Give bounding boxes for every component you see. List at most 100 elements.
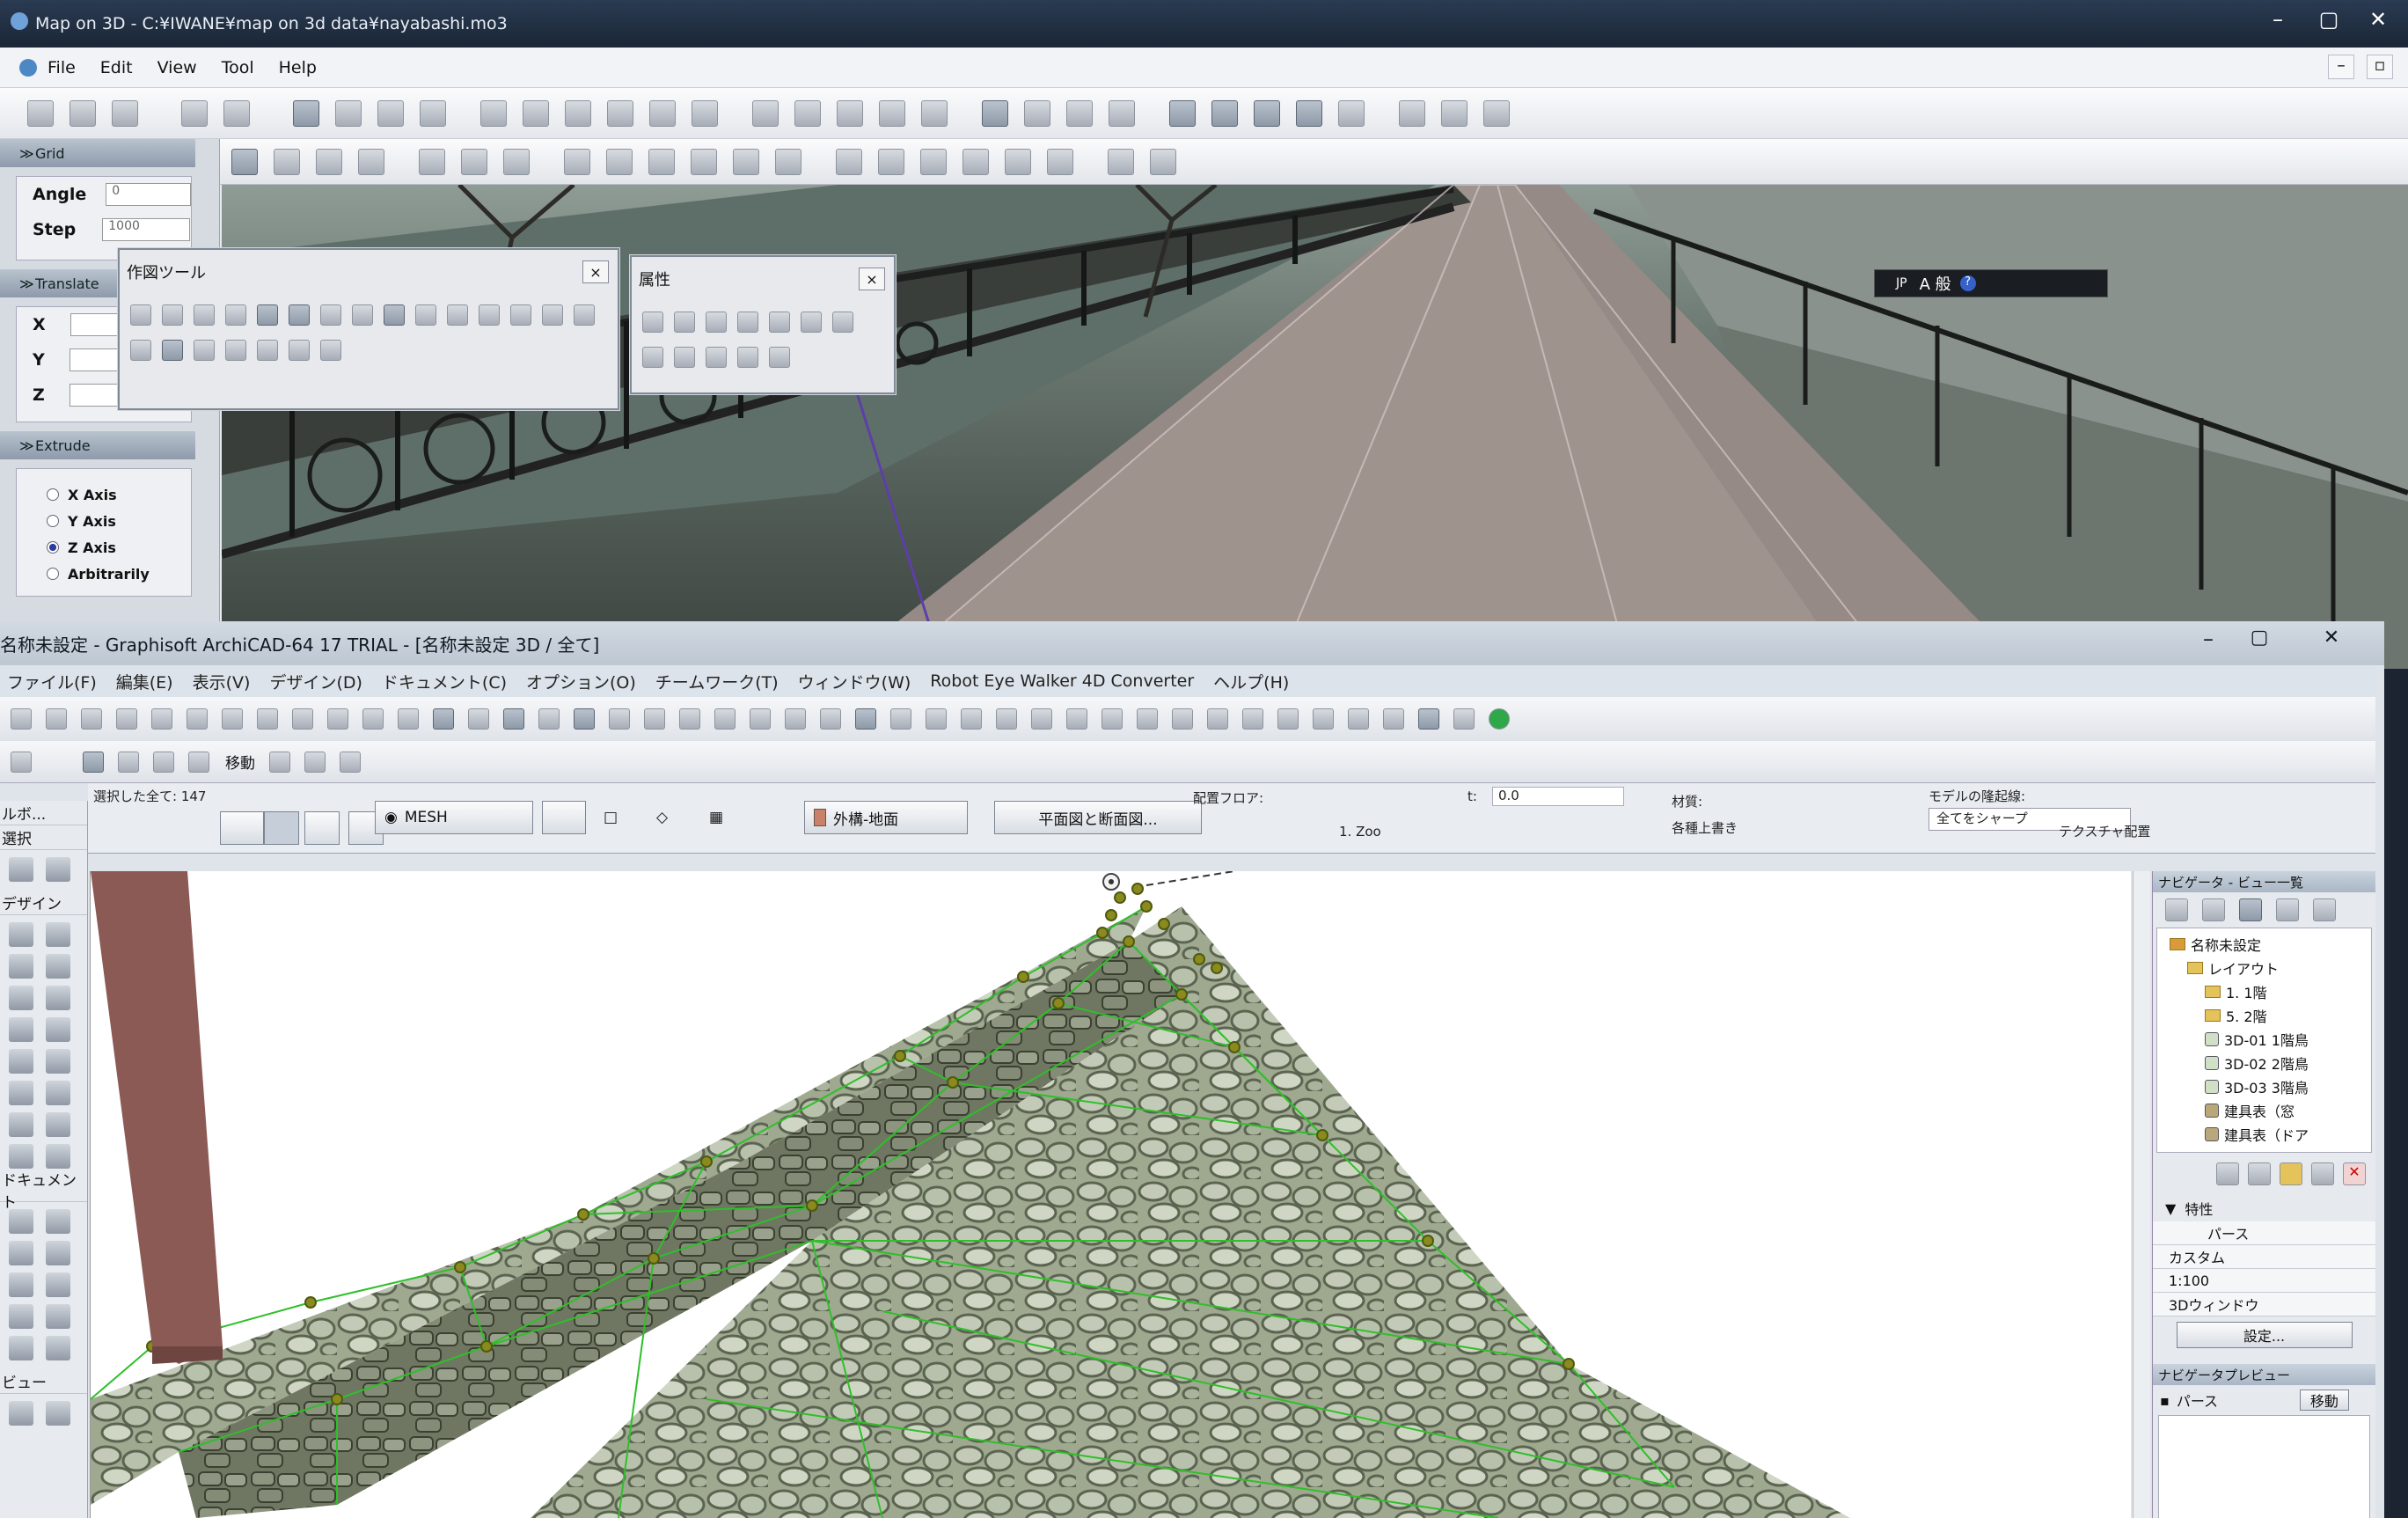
person-icon[interactable]	[358, 148, 384, 175]
filter-icon[interactable]	[1150, 148, 1176, 175]
view-mode-3-icon[interactable]	[377, 99, 404, 127]
archicad-maximize-button[interactable]: ▢	[2242, 627, 2277, 656]
elevation-tool-icon[interactable]	[46, 1401, 70, 1426]
radio-y-axis[interactable]: Y Axis	[17, 508, 191, 534]
level-dimension-tool-icon[interactable]	[46, 1209, 70, 1234]
preview-view-label[interactable]: パース	[2177, 1390, 2300, 1411]
grid-snap-icon[interactable]	[574, 708, 595, 730]
line-type-icon[interactable]	[674, 312, 695, 333]
marquee-tool-icon[interactable]	[46, 857, 70, 882]
publisher-icon[interactable]	[2276, 898, 2299, 921]
intersect-icon[interactable]	[503, 708, 524, 730]
chevron-down-icon[interactable]	[679, 708, 700, 730]
marker-icon[interactable]	[832, 312, 853, 333]
text-tool-icon[interactable]	[9, 1241, 33, 1265]
redo-icon[interactable]	[292, 708, 313, 730]
properties-header[interactable]: ▼ 特性	[2153, 1195, 2375, 1221]
axis-icon[interactable]	[1108, 148, 1134, 175]
toolbox-document-label[interactable]: ドキュメント	[0, 1172, 87, 1212]
drawing-tool-icon[interactable]	[9, 1336, 33, 1360]
menu-tool[interactable]: Tool	[222, 58, 254, 77]
walk-tool-icon[interactable]	[1024, 99, 1050, 127]
paint-icon[interactable]	[961, 708, 982, 730]
lock-icon[interactable]	[785, 708, 806, 730]
solid-ops-icon[interactable]	[1348, 708, 1369, 730]
tree-item-floor-2[interactable]: 5. 2階	[2157, 1003, 2371, 1027]
menu-view[interactable]: View	[157, 58, 197, 77]
column-tool-icon[interactable]	[320, 304, 341, 326]
selection-method-button[interactable]	[220, 811, 264, 845]
archicad-close-button[interactable]: ✕	[2305, 627, 2358, 656]
zoom-2-icon[interactable]	[461, 148, 487, 175]
t-input[interactable]: 0.0	[1492, 787, 1624, 806]
pen-set-icon[interactable]	[801, 312, 822, 333]
extrude-panel-header[interactable]: ≫ Extrude	[0, 431, 195, 459]
tree-item-project[interactable]: 名称未設定	[2157, 932, 2371, 956]
move-right-icon[interactable]	[691, 148, 717, 175]
chevron-down-icon[interactable]	[820, 708, 841, 730]
minimize-button[interactable]: –	[2254, 2, 2302, 37]
geometry-rotated-button[interactable]: ◇	[648, 801, 683, 834]
menu-file[interactable]: ファイル(F)	[7, 670, 97, 693]
status-dot-icon[interactable]	[1489, 708, 1510, 730]
menu-design[interactable]: デザイン(D)	[269, 670, 362, 693]
new-view-icon[interactable]	[2216, 1162, 2239, 1185]
move-up-1-icon[interactable]	[564, 148, 590, 175]
eyedropper-icon[interactable]	[362, 708, 384, 730]
toolbox-view-label[interactable]: ビュー	[0, 1369, 87, 1394]
arc-tool-icon[interactable]	[9, 1304, 33, 1329]
dots-tool-icon[interactable]	[162, 304, 183, 326]
delete-tool-icon[interactable]	[130, 304, 151, 326]
material-icon[interactable]	[674, 347, 695, 368]
close-x-icon[interactable]	[926, 708, 947, 730]
fill-icon[interactable]	[1483, 99, 1510, 127]
corner-icon[interactable]	[1207, 708, 1228, 730]
layer-attr-icon[interactable]	[642, 312, 663, 333]
chart-view-icon[interactable]	[1296, 99, 1322, 127]
new-file-icon[interactable]	[27, 99, 54, 127]
chevron-down-icon[interactable]	[609, 708, 630, 730]
building-material-icon[interactable]	[737, 347, 758, 368]
menu-teamwork[interactable]: チームワーク(T)	[655, 670, 779, 693]
geometry-fill-button[interactable]: ▦	[700, 801, 736, 834]
prop-window-type[interactable]: 3Dウィンドウ	[2153, 1293, 2375, 1316]
mesh-tool-icon[interactable]	[46, 1144, 70, 1169]
tree-item-3d-01[interactable]: 3D-01 1階鳥	[2157, 1027, 2371, 1051]
composite-icon[interactable]	[737, 312, 758, 333]
tree-item-window-schedule[interactable]: 建具表（窓	[2157, 1098, 2371, 1122]
rotate-view-icon[interactable]	[293, 99, 319, 127]
undo-icon[interactable]	[181, 99, 208, 127]
select-tool-icon[interactable]	[837, 99, 863, 127]
ime-lang[interactable]: JP	[1896, 276, 1907, 290]
tree-item-floor-1[interactable]: 1. 1階	[2157, 979, 2371, 1003]
arrow-tool-icon[interactable]	[9, 857, 33, 882]
roof-tool-icon[interactable]	[46, 1017, 70, 1042]
curtain-wall-tool-icon[interactable]	[9, 1081, 33, 1105]
frame-4-icon[interactable]	[962, 148, 989, 175]
menu-edit[interactable]: Edit	[100, 58, 133, 77]
eye-view-3-icon[interactable]	[1254, 99, 1280, 127]
split-icon[interactable]	[1137, 708, 1158, 730]
paint-bucket-button[interactable]	[264, 811, 299, 845]
pen-tool-icon[interactable]	[607, 99, 633, 127]
skylight-tool-icon[interactable]	[46, 1049, 70, 1074]
line-tool-icon[interactable]	[523, 99, 549, 127]
chevron-down-icon[interactable]	[188, 751, 209, 773]
geometry-rect-button[interactable]: □	[595, 801, 630, 834]
paste-icon[interactable]	[222, 708, 243, 730]
tree-item-door-schedule[interactable]: 建具表（ドア	[2157, 1122, 2371, 1146]
project-map-icon[interactable]	[2165, 898, 2188, 921]
delete-view-icon[interactable]: ✕	[2343, 1162, 2366, 1185]
preview-move-button[interactable]: 移動	[2299, 1390, 2349, 1411]
radio-z-axis[interactable]: Z Axis	[17, 534, 191, 561]
zoom-3-icon[interactable]	[503, 148, 530, 175]
view-mode-2-icon[interactable]	[335, 99, 362, 127]
object-tool-icon[interactable]	[9, 1112, 33, 1137]
chevron-down-icon[interactable]	[415, 304, 436, 326]
render-icon[interactable]	[1418, 708, 1439, 730]
stair-tool-icon[interactable]	[257, 304, 278, 326]
frame-3-icon[interactable]	[920, 148, 947, 175]
cross-tool-icon[interactable]	[649, 99, 676, 127]
shape-tool-icon[interactable]	[752, 99, 779, 127]
angle-tool-icon[interactable]	[574, 304, 595, 326]
